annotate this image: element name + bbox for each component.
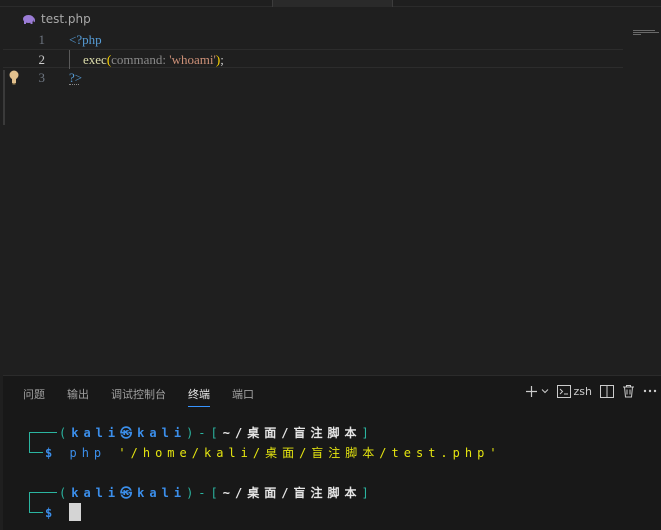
line-number: 2 <box>38 52 46 67</box>
token-function: exec <box>83 52 107 67</box>
command-argument: '/home/kali/桌面/盲注脚本/test.php' <box>118 446 502 460</box>
prompt-paren-close: ) <box>186 426 199 440</box>
terminal-output[interactable]: (kali㉿kali)-[~/桌面/盲注脚本] $ php '/home/kal… <box>23 423 497 523</box>
tab-bar-right <box>393 0 661 7</box>
prompt-bracket-open: [ <box>210 486 223 500</box>
tab-bar-left <box>0 0 272 7</box>
warning-squiggle <box>69 84 79 85</box>
command-name: php <box>69 446 107 460</box>
token-string: 'whoami' <box>169 52 216 67</box>
terminal-icon <box>556 384 571 398</box>
terminal-cursor <box>69 503 82 521</box>
code-exec-statement: exec(command: 'whoami'); <box>83 50 224 69</box>
prompt-bracket-close: ] <box>361 486 374 500</box>
prompt-dash: - <box>198 426 211 440</box>
breadcrumb[interactable]: test.php <box>22 10 91 28</box>
tab-output[interactable]: 输出 <box>67 386 89 407</box>
line-number: 1 <box>38 32 46 47</box>
shell-label: zsh <box>573 384 592 398</box>
prompt-input-line[interactable]: $ <box>45 503 82 523</box>
token-semicolon: ; <box>220 52 224 67</box>
code-line[interactable]: 3 ?> <box>3 68 623 87</box>
prompt-dir: ~/桌面/盲注脚本 <box>222 486 362 500</box>
chevron-down-icon[interactable] <box>541 387 549 395</box>
prompt-corner-line <box>29 512 43 513</box>
prompt-paren-close: ) <box>186 486 199 500</box>
prompt-symbol: $ <box>45 506 58 520</box>
prompt-header: (kali㉿kali)-[~/桌面/盲注脚本] <box>59 483 374 503</box>
php-elephant-icon <box>23 15 35 24</box>
prompt-bracket-close: ] <box>361 426 374 440</box>
prompt-user: kali <box>71 486 121 500</box>
prompt-paren-open: ( <box>59 486 72 500</box>
terminal-panel[interactable]: 问题 输出 调试控制台 终端 端口 zsh (kali㉿kali)-[~/桌面/… <box>3 375 661 530</box>
breadcrumb-file-name[interactable]: test.php <box>41 12 91 26</box>
more-actions-icon[interactable] <box>643 389 657 393</box>
panel-tabs: 问题 输出 调试控制台 终端 端口 <box>23 386 254 407</box>
prompt-corner-line <box>29 452 43 453</box>
code-line[interactable]: 1 <?php <box>3 30 623 49</box>
tab-ports[interactable]: 端口 <box>232 386 254 407</box>
prompt-dir: ~/桌面/盲注脚本 <box>222 426 362 440</box>
prompt-user: kali <box>71 426 121 440</box>
prompt-paren-open: ( <box>59 426 72 440</box>
tab-terminal[interactable]: 终端 <box>188 386 210 407</box>
split-terminal-icon[interactable] <box>600 384 614 398</box>
indent-guide <box>69 50 70 69</box>
prompt-symbol: $ <box>45 446 58 460</box>
prompt-host: kali <box>137 486 187 500</box>
terminal-profile-button[interactable]: zsh <box>556 384 592 398</box>
prompt-host: kali <box>137 426 187 440</box>
new-terminal-button[interactable] <box>525 385 549 398</box>
code-editor[interactable]: 1 <?php 2 exec(command: 'whoami'); 3 ?> <box>3 30 661 375</box>
terminal-prompt-block: (kali㉿kali)-[~/桌面/盲注脚本] $ <box>23 483 643 523</box>
terminal-prompt-block: (kali㉿kali)-[~/桌面/盲注脚本] $ php '/home/kal… <box>23 423 643 463</box>
prompt-at: ㉿ <box>120 486 138 500</box>
tab-bar-active-segment[interactable] <box>272 0 393 7</box>
php-open-tag: <?php <box>69 32 102 47</box>
plus-icon <box>525 385 537 397</box>
tab-problems[interactable]: 问题 <box>23 386 45 407</box>
prompt-bracket-open: [ <box>210 426 223 440</box>
trash-icon[interactable] <box>622 384 635 398</box>
prompt-at: ㉿ <box>120 426 138 440</box>
line-number: 3 <box>38 70 46 85</box>
tab-debug-console[interactable]: 调试控制台 <box>111 386 166 407</box>
token-param-hint: command: <box>111 52 167 67</box>
prompt-command-line: $ php '/home/kali/桌面/盲注脚本/test.php' <box>45 443 502 463</box>
prompt-dash: - <box>198 486 211 500</box>
panel-actions: zsh <box>525 384 657 398</box>
minimap[interactable] <box>633 30 659 38</box>
code-line-current[interactable]: 2 exec(command: 'whoami'); <box>3 49 623 85</box>
prompt-header: (kali㉿kali)-[~/桌面/盲注脚本] <box>59 423 374 443</box>
